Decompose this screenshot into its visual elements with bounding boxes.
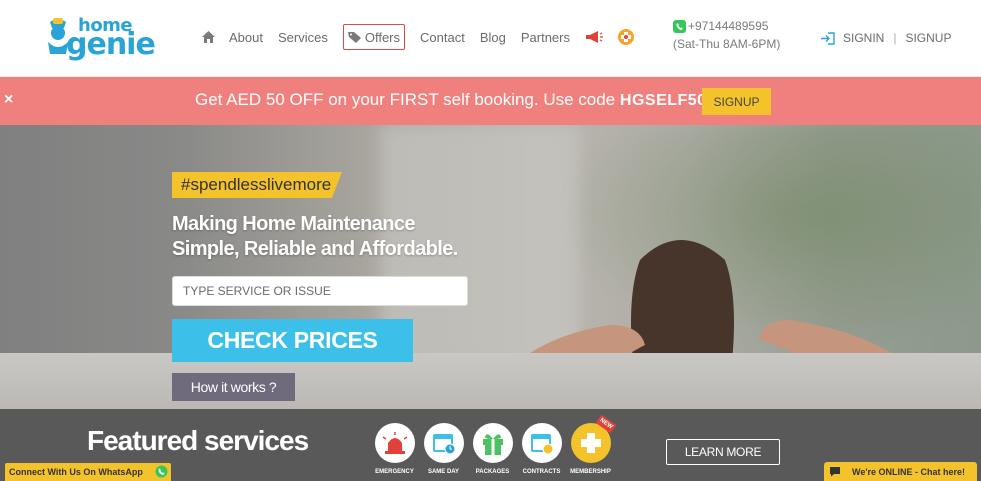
promo-code: HGSELF50 xyxy=(619,92,707,109)
promo-message: Get AED 50 OFF on your FIRST self bookin… xyxy=(195,90,620,109)
promo-signup-button[interactable]: SIGNUP xyxy=(702,88,771,115)
whatsapp-icon xyxy=(155,465,168,478)
promo-text: Get AED 50 OFF on your FIRST self bookin… xyxy=(195,90,716,110)
service-emergency[interactable]: EMERGENCY xyxy=(370,423,419,475)
hero-headline: Making Home Maintenance Simple, Reliable… xyxy=(172,212,458,262)
service-membership[interactable]: NEW MEMBERSHIP xyxy=(566,414,616,475)
nav-offers-label: Offers xyxy=(364,29,401,45)
health-plus-icon[interactable] xyxy=(617,24,635,50)
chat-bubble-icon xyxy=(824,462,846,481)
service-same-day[interactable]: SAME DAY xyxy=(419,423,468,475)
calendar-contract-icon xyxy=(521,423,562,463)
homegenie-logo[interactable]: home genie xyxy=(44,12,156,67)
auth-separator: | xyxy=(893,31,897,45)
nav-about[interactable]: About xyxy=(229,24,263,50)
tag-icon xyxy=(347,32,361,43)
service-same-day-label: SAME DAY xyxy=(427,469,460,475)
siren-icon xyxy=(374,423,415,463)
service-emergency-label: EMERGENCY xyxy=(375,469,414,475)
plus-icon: NEW xyxy=(570,414,616,463)
phone-number: +97144489595 xyxy=(688,19,769,33)
logo-text-genie: genie xyxy=(66,27,156,62)
featured-services-list: EMERGENCY SAME DAY PACKAGES CONTRACTS NE… xyxy=(370,414,616,475)
signin-link[interactable]: SIGNIN xyxy=(843,31,884,45)
nav-partners[interactable]: Partners xyxy=(521,24,570,50)
service-membership-label: MEMBERSHIP xyxy=(570,469,611,475)
service-search-input[interactable] xyxy=(172,276,468,306)
whatsapp-icon xyxy=(673,19,686,33)
hero-section: #spendlesslivemore Making Home Maintenan… xyxy=(0,125,981,409)
service-contracts-label: CONTRACTS xyxy=(522,469,561,475)
how-it-works-button[interactable]: How it works ? xyxy=(172,373,295,401)
auth-links: SIGNIN | SIGNUP xyxy=(820,31,951,45)
learn-more-button[interactable]: LEARN MORE xyxy=(666,439,780,465)
home-icon[interactable] xyxy=(202,24,215,50)
signin-icon xyxy=(821,31,835,45)
business-hours: (Sat-Thu 8AM-6PM) xyxy=(673,37,781,51)
service-contracts[interactable]: CONTRACTS xyxy=(517,423,566,475)
hero-headline-line2: Simple, Reliable and Affordable. xyxy=(172,238,458,260)
whatsapp-connect-button[interactable]: Connect With Us On WhatsApp xyxy=(5,463,171,481)
hashtag-banner: #spendlesslivemore xyxy=(172,172,342,198)
close-icon[interactable]: × xyxy=(4,91,13,109)
hero-headline-line1: Making Home Maintenance xyxy=(172,213,416,235)
nav-offers[interactable]: Offers xyxy=(342,24,406,50)
site-header: home genie About Services Offers Contact… xyxy=(0,0,981,77)
hero-overlay xyxy=(0,125,981,409)
nav-blog[interactable]: Blog xyxy=(480,24,506,50)
service-packages-label: PACKAGES xyxy=(475,469,510,475)
nav-contact[interactable]: Contact xyxy=(420,24,465,50)
signup-link[interactable]: SIGNUP xyxy=(905,31,951,45)
featured-services-title: Featured services xyxy=(87,425,309,456)
megaphone-icon[interactable] xyxy=(585,24,603,50)
nav-services[interactable]: Services xyxy=(278,24,328,50)
check-prices-button[interactable]: CHECK PRICES xyxy=(172,319,413,362)
main-nav: About Services Offers Contact Blog Partn… xyxy=(202,24,650,50)
promo-banner: × Get AED 50 OFF on your FIRST self book… xyxy=(0,77,981,125)
live-chat-label: We're ONLINE - Chat here! xyxy=(852,466,965,477)
live-chat-button[interactable]: We're ONLINE - Chat here! xyxy=(824,462,977,481)
contact-info: +97144489595 (Sat-Thu 8AM-6PM) xyxy=(673,17,780,53)
gift-icon xyxy=(472,423,513,463)
phone-row[interactable]: +97144489595 xyxy=(673,17,780,35)
calendar-clock-icon xyxy=(423,423,464,463)
whatsapp-connect-label: Connect With Us On WhatsApp xyxy=(9,467,143,477)
service-packages[interactable]: PACKAGES xyxy=(468,423,517,475)
